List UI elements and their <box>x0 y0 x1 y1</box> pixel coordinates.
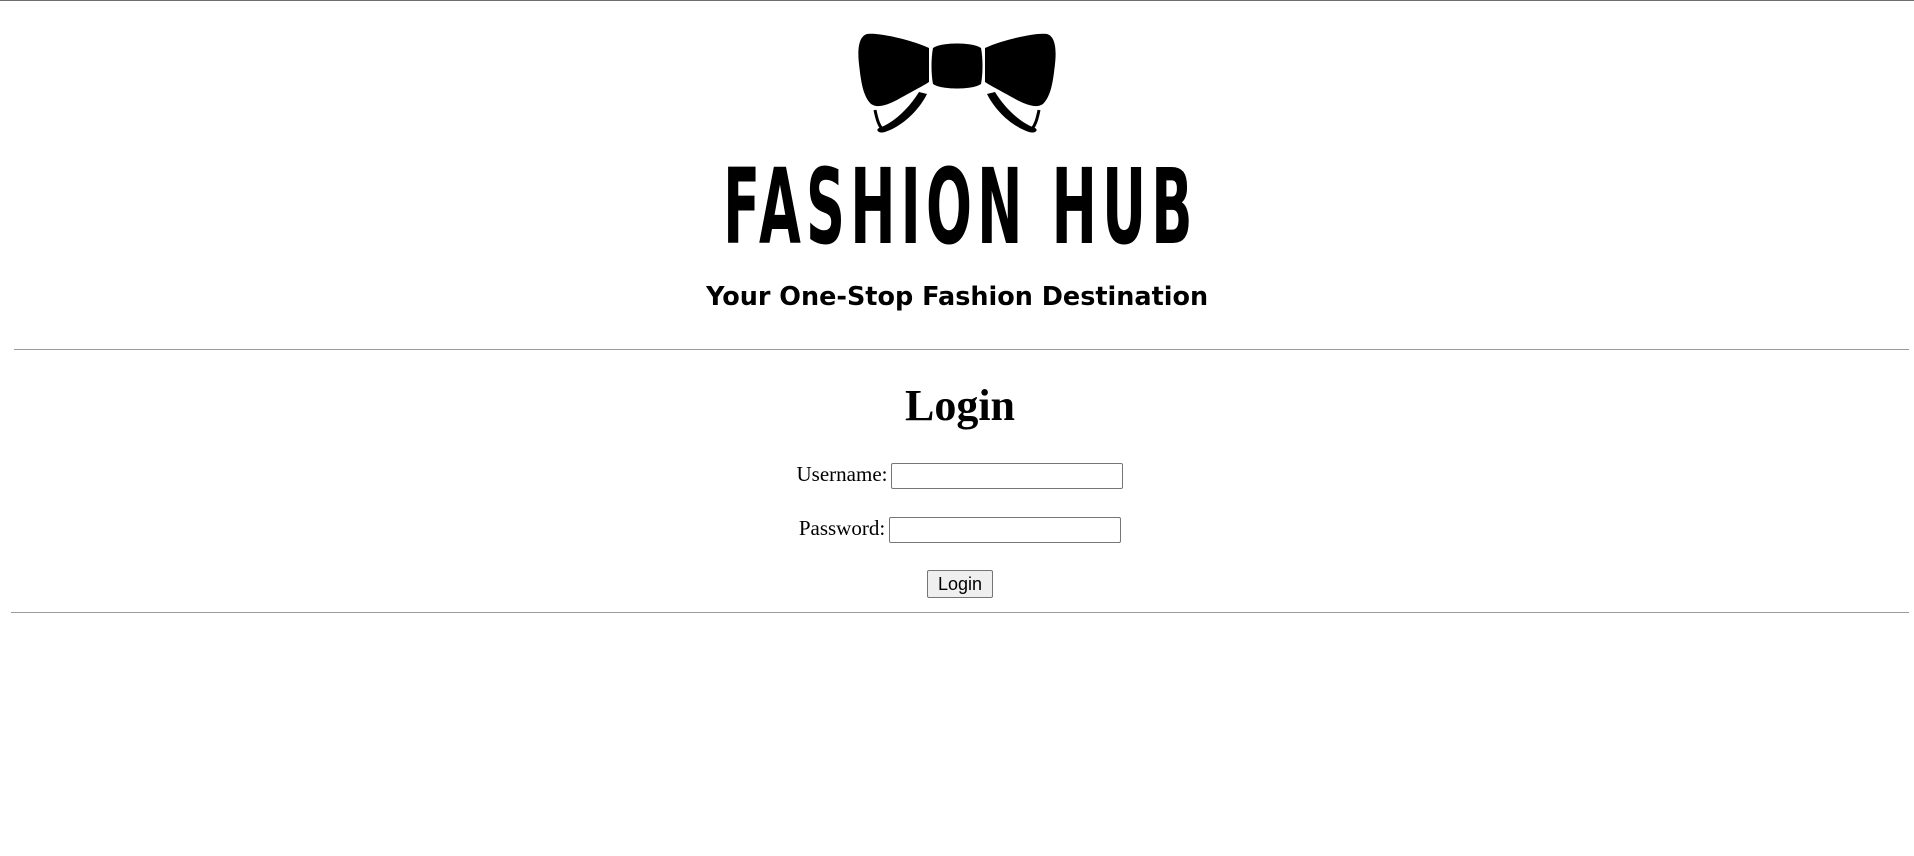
username-row: Username: <box>0 460 1914 490</box>
brand-name: FASHION HUB <box>723 146 1198 268</box>
login-heading: Login <box>904 381 1016 430</box>
password-label: Password: <box>798 516 886 540</box>
logo <box>0 30 1914 136</box>
submit-row: Login <box>0 570 1914 598</box>
username-input[interactable] <box>891 463 1124 490</box>
password-row: Password: <box>0 514 1914 544</box>
divider-top <box>14 349 1909 350</box>
username-label: Username: <box>796 462 888 486</box>
login-button[interactable]: Login <box>926 570 994 598</box>
top-border <box>0 0 1914 1</box>
tagline: Your One-Stop Fashion Destination <box>706 282 1209 312</box>
divider-bottom <box>11 612 1909 613</box>
bowtie-icon <box>858 33 1056 133</box>
password-input[interactable] <box>889 517 1122 544</box>
